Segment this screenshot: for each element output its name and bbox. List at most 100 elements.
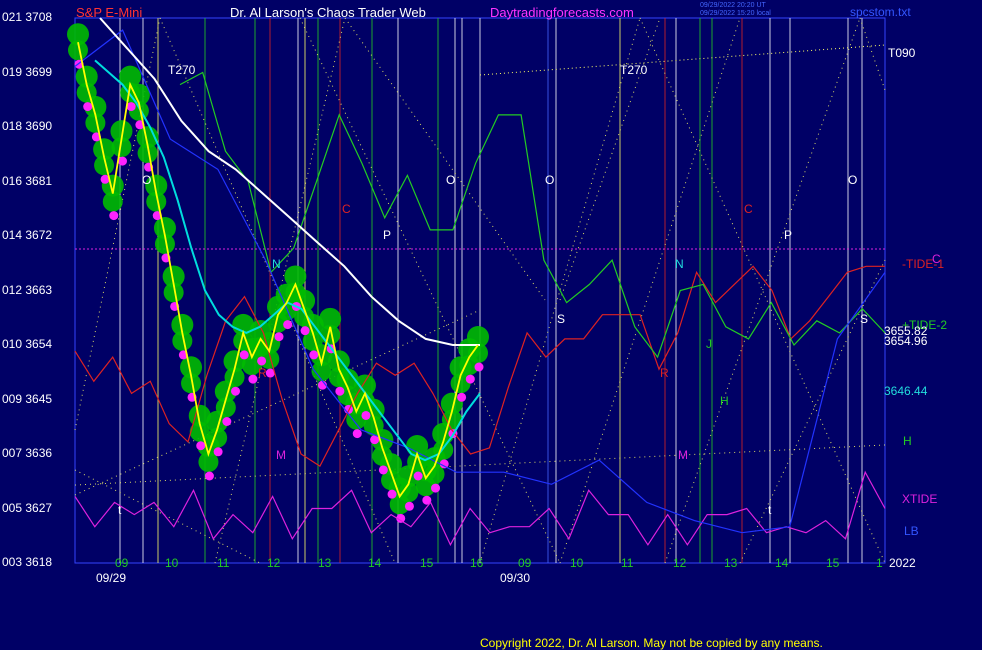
grid-layer: [74, 17, 886, 564]
x-hour-label: 13: [318, 556, 332, 570]
chart-canvas: [67, 17, 886, 564]
x-hour-label: 15: [420, 556, 434, 570]
x-hour-label: 09: [518, 556, 532, 570]
lattice-line: [739, 259, 886, 564]
price-low-dot: [300, 326, 310, 336]
price-low-dot: [361, 410, 371, 420]
x-hour-label: 10: [570, 556, 584, 570]
price-low-dot: [431, 483, 441, 493]
x-hour-label: 11: [217, 556, 230, 570]
x-year-label: 2022: [889, 556, 916, 570]
right-series-label: 3654.96: [884, 334, 928, 348]
price-low-dot: [404, 501, 414, 511]
price-low-dot: [248, 374, 258, 384]
right-series-label: -TIDE-1: [902, 257, 944, 272]
y-tick-label: 018 3690: [2, 119, 53, 133]
price-low-dot: [474, 362, 484, 372]
price-low-dot: [204, 471, 214, 481]
price-low-dot: [257, 356, 267, 366]
price-low-dot: [109, 211, 119, 221]
price-low-dot: [465, 374, 475, 384]
right-series-label: XTIDE: [902, 492, 938, 507]
cycle-marker-label: R: [660, 366, 669, 380]
cycle-marker-label: H: [720, 394, 729, 408]
instrument-title: S&P E-Mini: [76, 5, 143, 20]
y-tick-label: 019 3699: [2, 64, 53, 79]
y-tick-label: 021 3708: [2, 10, 53, 24]
x-date-label: 09/29: [96, 571, 127, 585]
cycle-marker-label: t: [118, 503, 122, 517]
update-time-ut: 09/29/2022 20:20 UT: [700, 2, 766, 9]
cycle-marker-label: N: [272, 257, 281, 271]
x-hour-label: 16: [470, 556, 484, 570]
cycle-marker-label: O: [545, 173, 555, 187]
x-hour-label: 12: [673, 556, 687, 570]
price-low-dot: [413, 471, 423, 481]
cycle-marker-label: P: [784, 228, 793, 242]
x-hour-label: 12: [267, 556, 281, 570]
cycle-marker-label: C: [744, 202, 753, 216]
price-low-dot: [283, 320, 293, 330]
cycle-marker-label: T270: [620, 63, 648, 77]
cycle-marker-label: S: [557, 312, 566, 326]
right-series-label: H: [903, 433, 912, 448]
price-low-dot: [274, 332, 284, 342]
cycle-marker-label: C: [342, 202, 351, 216]
lattice-line: [344, 17, 546, 301]
price-band-blob: [102, 191, 123, 212]
lattice-line: [664, 17, 861, 564]
chart-title: Dr. Al Larson's Chaos Trader Web: [230, 5, 426, 20]
x-hour-label: 14: [775, 556, 789, 570]
x-hour-label: 11: [621, 556, 634, 570]
price-low-dot: [196, 441, 206, 451]
t090-line: [479, 44, 886, 76]
right-series-label: T090: [888, 46, 916, 61]
x-hour-label: 14: [368, 556, 382, 570]
right-series-label: LB: [904, 523, 919, 538]
price-low-dot: [231, 386, 241, 396]
x-hour-label: 09: [115, 556, 129, 570]
y-tick-label: 005 3627: [2, 500, 53, 515]
cycle-marker-label: O: [446, 173, 456, 187]
price-low-dot: [222, 417, 232, 426]
cycle-marker-label: T270: [168, 63, 196, 77]
cycle-marker-label: N: [675, 257, 684, 271]
cycle-marker-label: S: [860, 312, 869, 326]
price-low-dot: [239, 350, 249, 360]
series-layer: [67, 17, 886, 547]
cycle-marker-label: O: [848, 173, 858, 187]
y-tick-label: 007 3636: [2, 446, 53, 460]
price-low-dot: [378, 465, 388, 475]
cycle-marker-label: P: [383, 228, 392, 242]
price-low-dot: [457, 392, 467, 402]
price-low-dot: [352, 429, 362, 439]
price-low-dot: [213, 447, 223, 457]
y-tick-label: 016 3681: [2, 173, 53, 188]
price-low-dot: [83, 102, 93, 112]
y-tick-label: 012 3663: [2, 282, 53, 297]
data-filename: spcstom.txt: [850, 5, 911, 19]
x-hour-label: 13: [724, 556, 738, 570]
x-hour-label: 1: [876, 556, 883, 570]
right-series-label: 3646.44: [884, 384, 928, 399]
site-name: Daytradingforecasts.com: [490, 5, 634, 20]
lattice-line: [859, 17, 886, 91]
cycle-marker-label: t: [768, 503, 772, 517]
cycle-marker-label: J: [706, 337, 712, 351]
x-hour-label: 10: [165, 556, 179, 570]
price-low-dot: [387, 489, 397, 499]
x-date-label: 09/30: [500, 571, 531, 585]
fast-ma-line: [94, 59, 481, 462]
y-tick-label: 014 3672: [2, 228, 53, 242]
cycle-marker-label: M: [276, 448, 286, 462]
cycle-marker-label: O: [142, 173, 152, 187]
y-tick-label: 003 3618: [2, 555, 53, 569]
price-low-dot: [309, 350, 319, 360]
y-tick-label: 009 3645: [2, 391, 53, 406]
lattice-line: [559, 17, 661, 301]
price-low-dot: [335, 386, 345, 396]
x-hour-label: 15: [826, 556, 840, 570]
cycle-marker-label: M: [678, 448, 688, 462]
copyright-notice: Copyright 2022, Dr. Al Larson. May not b…: [480, 636, 823, 650]
lattice-line: [559, 17, 741, 564]
